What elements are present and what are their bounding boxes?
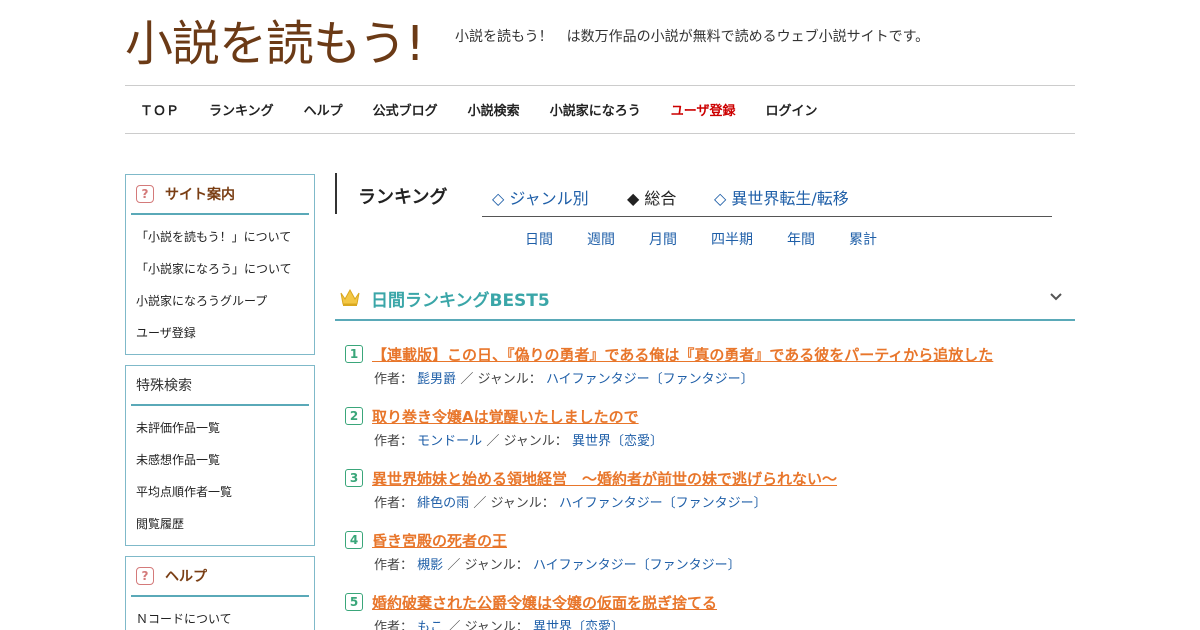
period-monthly[interactable]: 月間 <box>649 229 677 249</box>
best5-heading: 日間ランキングBEST5 <box>335 276 1075 321</box>
sidebar-special-search: 特殊検索 未評価作品一覧 未感想作品一覧 平均点順作者一覧 閲覧履歴 <box>125 365 315 546</box>
chevron-down-icon[interactable] <box>1049 290 1063 304</box>
ranking-item: 2 取り巻き令嬢Aは覚醒いたしましたので 作者： モンドール ／ ジャンル： 異… <box>345 406 1075 458</box>
rank-number-icon: 4 <box>345 531 363 549</box>
period-quarterly[interactable]: 四半期 <box>711 229 753 249</box>
genre-link[interactable]: ハイファンタジー〔ファンタジー〕 <box>546 372 754 387</box>
header-divider <box>125 85 1075 86</box>
ranking-tabs: ◇ ジャンル別 ◆ 総合 ◇ 異世界転生/転移 <box>482 174 1052 217</box>
site-tagline: 小説を読もう！ は数万作品の小説が無料で読めるウェブ小説サイトです。 <box>455 29 930 45</box>
period-weekly[interactable]: 週間 <box>587 229 615 249</box>
novel-title-link[interactable]: 婚約破棄された公爵令嬢は令嬢の仮面を脱ぎ捨てる <box>372 592 717 613</box>
sidebar-item-group[interactable]: 小説家になろうグループ <box>136 285 314 317</box>
tab-genre[interactable]: ◇ ジャンル別 <box>492 185 589 209</box>
help-heading: ? ヘルプ <box>131 557 309 597</box>
tab-isekai[interactable]: ◇ 異世界転生/転移 <box>714 185 849 209</box>
question-icon: ? <box>136 567 154 585</box>
author-link[interactable]: もこ <box>417 620 443 630</box>
genre-link[interactable]: ハイファンタジー〔ファンタジー〕 <box>533 558 741 573</box>
novel-title-link[interactable]: 昏き宮殿の死者の王 <box>372 530 507 551</box>
crown-icon <box>340 288 360 306</box>
svg-text:小説を読もう!: 小説を読もう! <box>125 16 424 70</box>
question-icon: ? <box>136 185 154 203</box>
nav-search[interactable]: 小説検索 <box>468 100 520 119</box>
tab-overall[interactable]: ◆ 総合 <box>627 185 676 209</box>
ranking-item: 5 婚約破棄された公爵令嬢は令嬢の仮面を脱ぎ捨てる 作者： もこ ／ ジャンル：… <box>345 592 1075 630</box>
sidebar-item-register[interactable]: ユーザ登録 <box>136 317 314 349</box>
ranking-heading: ランキング <box>335 173 447 214</box>
period-total[interactable]: 累計 <box>849 229 877 249</box>
sidebar-item-about-yomou[interactable]: 「小説を読もう！」について <box>136 221 314 253</box>
sidebar-item-avg-author[interactable]: 平均点順作者一覧 <box>136 476 314 508</box>
rank-number-icon: 5 <box>345 593 363 611</box>
nav-blog[interactable]: 公式ブログ <box>373 100 438 119</box>
author-link[interactable]: 緋色の雨 <box>417 496 469 511</box>
nav-divider <box>125 133 1075 134</box>
site-header: 小説を読もう! 小説を読もう！ は数万作品の小説が無料で読めるウェブ小説サイトで… <box>125 0 1075 86</box>
sidebar-item-no-review[interactable]: 未感想作品一覧 <box>136 444 314 476</box>
genre-link[interactable]: 異世界〔恋愛〕 <box>572 434 663 449</box>
genre-link[interactable]: ハイファンタジー〔ファンタジー〕 <box>559 496 767 511</box>
nav-narou[interactable]: 小説家になろう <box>550 100 641 119</box>
author-link[interactable]: 髭男爵 <box>417 372 456 387</box>
period-daily[interactable]: 日間 <box>525 229 553 249</box>
nav-help[interactable]: ヘルプ <box>304 100 343 119</box>
sidebar-item-unrated[interactable]: 未評価作品一覧 <box>136 412 314 444</box>
period-yearly[interactable]: 年間 <box>787 229 815 249</box>
ranking-item: 4 昏き宮殿の死者の王 作者： 槻影 ／ ジャンル： ハイファンタジー〔ファンタ… <box>345 530 1075 582</box>
site-logo[interactable]: 小説を読もう! <box>125 12 430 70</box>
special-search-heading: 特殊検索 <box>131 366 309 406</box>
sidebar-site-guide: ? サイト案内 「小説を読もう！」について 「小説家になろう」について 小説家に… <box>125 174 315 355</box>
ranking-item: 1 【連載版】この日、『偽りの勇者』である俺は『真の勇者』である彼をパーティから… <box>345 344 1075 396</box>
nav-login[interactable]: ログイン <box>765 100 817 119</box>
global-nav: ＴＯＰ ランキング ヘルプ 公式ブログ 小説検索 小説家になろう ユーザ登録 ロ… <box>140 99 847 119</box>
rank-number-icon: 1 <box>345 345 363 363</box>
nav-top[interactable]: ＴＯＰ <box>140 100 179 119</box>
rank-number-icon: 3 <box>345 469 363 487</box>
author-link[interactable]: モンドール <box>417 434 482 449</box>
nav-ranking[interactable]: ランキング <box>209 100 274 119</box>
nav-register[interactable]: ユーザ登録 <box>671 100 736 119</box>
rank-number-icon: 2 <box>345 407 363 425</box>
novel-title-link[interactable]: 異世界姉妹と始める領地経営 ～婚約者が前世の妹で逃げられない～ <box>372 468 837 489</box>
sidebar-help: ? ヘルプ Ｎコードについて <box>125 556 315 630</box>
sidebar-item-about-narou[interactable]: 「小説家になろう」について <box>136 253 314 285</box>
site-guide-heading: ? サイト案内 <box>131 175 309 215</box>
novel-title-link[interactable]: 【連載版】この日、『偽りの勇者』である俺は『真の勇者』である彼をパーティから追放… <box>372 344 993 365</box>
sidebar-item-history[interactable]: 閲覧履歴 <box>136 508 314 540</box>
genre-link[interactable]: 異世界〔恋愛〕 <box>533 620 624 630</box>
sidebar-item-ncode[interactable]: Ｎコードについて <box>136 603 314 630</box>
novel-title-link[interactable]: 取り巻き令嬢Aは覚醒いたしましたので <box>372 406 639 427</box>
ranking-item: 3 異世界姉妹と始める領地経営 ～婚約者が前世の妹で逃げられない～ 作者： 緋色… <box>345 468 1075 520</box>
author-link[interactable]: 槻影 <box>417 558 443 573</box>
